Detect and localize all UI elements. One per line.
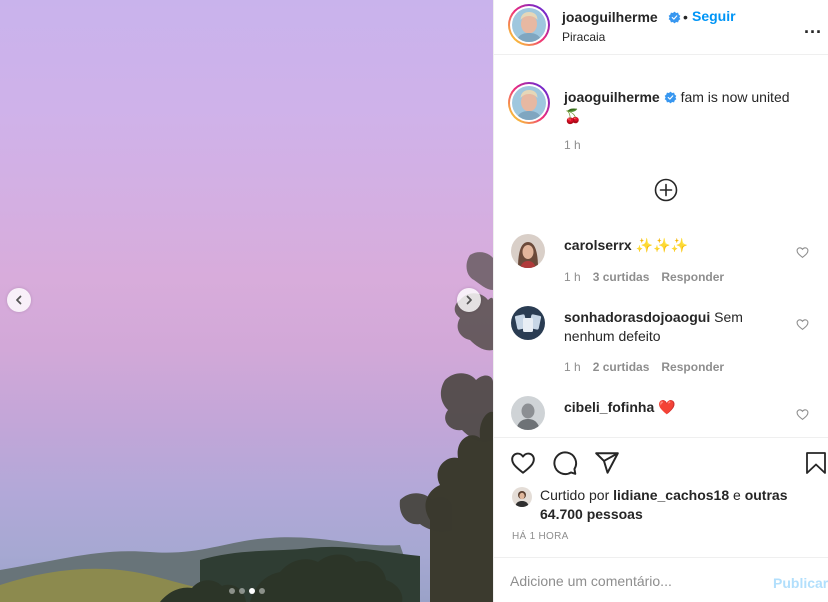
caption-timestamp[interactable]: 1 h bbox=[564, 138, 581, 152]
comment-username[interactable]: sonhadorasdojoaogui bbox=[564, 309, 710, 325]
load-more-comments-icon[interactable] bbox=[654, 178, 678, 202]
comment-text: carolserrx ✨✨✨ bbox=[564, 236, 794, 255]
comment-likes-count[interactable]: 3 curtidas bbox=[593, 270, 650, 284]
comment-body: ✨✨✨ bbox=[635, 237, 688, 253]
caption-avatar-ring[interactable] bbox=[508, 82, 550, 124]
author-avatar bbox=[512, 8, 546, 42]
caption-emoji: 🍒 bbox=[564, 108, 582, 124]
add-comment-bar: Publicar bbox=[494, 557, 828, 602]
like-comment-heart-icon[interactable] bbox=[796, 408, 809, 421]
post-side-panel: joaoguilherme • Seguir Piracaia ... joao… bbox=[493, 0, 828, 602]
carousel-indicator bbox=[0, 588, 493, 594]
caption-text: joaoguilherme fam is now united 🍒 bbox=[564, 88, 826, 126]
carousel-dot bbox=[238, 588, 245, 594]
comment-username[interactable]: cibeli_fofinha bbox=[564, 399, 654, 415]
comment-time[interactable]: 1 h bbox=[564, 360, 581, 374]
commenter-avatar[interactable] bbox=[511, 234, 545, 268]
carousel-dot bbox=[228, 588, 235, 594]
like-comment-heart-icon[interactable] bbox=[796, 318, 809, 331]
comment-meta: 1 h 2 curtidas Responder bbox=[564, 360, 724, 374]
author-avatar-ring[interactable] bbox=[508, 4, 550, 46]
comment-bubble-icon[interactable] bbox=[552, 450, 578, 476]
liked-by-connector: e bbox=[733, 487, 741, 503]
next-slide-button[interactable] bbox=[457, 288, 481, 312]
carousel-dot bbox=[258, 588, 265, 594]
comment-text: cibeli_fofinha ❤️ bbox=[564, 398, 794, 417]
header-separator: • bbox=[683, 9, 688, 25]
liker-avatar[interactable] bbox=[512, 487, 532, 507]
post-timestamp[interactable]: HÁ 1 HORA bbox=[512, 531, 569, 542]
more-options-button[interactable]: ... bbox=[804, 17, 822, 38]
comment-body: ❤️ bbox=[658, 399, 676, 415]
post-location[interactable]: Piracaia bbox=[562, 30, 605, 44]
comment-meta: 1 h 3 curtidas Responder bbox=[564, 270, 724, 284]
liker-username[interactable]: lidiane_cachos18 bbox=[613, 487, 729, 503]
reply-button[interactable]: Responder bbox=[661, 360, 724, 374]
post-actions: Curtido por lidiane_cachos18 e outras 64… bbox=[494, 437, 828, 557]
author-username[interactable]: joaoguilherme bbox=[562, 9, 658, 25]
comment-time[interactable]: 1 h bbox=[564, 270, 581, 284]
comment-username[interactable]: carolserrx bbox=[564, 237, 632, 253]
chevron-left-icon bbox=[16, 295, 22, 305]
caption-username[interactable]: joaoguilherme bbox=[564, 89, 660, 105]
liked-by-prefix: Curtido por bbox=[540, 487, 610, 503]
commenter-avatar[interactable] bbox=[511, 396, 545, 430]
previous-slide-button[interactable] bbox=[7, 288, 31, 312]
chevron-right-icon bbox=[466, 295, 472, 305]
follow-button[interactable]: Seguir bbox=[692, 8, 736, 24]
comments-list[interactable]: joaoguilherme fam is now united 🍒 1 h ca… bbox=[494, 56, 828, 436]
save-bookmark-icon[interactable] bbox=[804, 450, 828, 476]
like-heart-icon[interactable] bbox=[510, 450, 536, 476]
post-header: joaoguilherme • Seguir Piracaia ... bbox=[494, 0, 828, 55]
carousel-dot bbox=[248, 588, 255, 594]
likes-text: Curtido por lidiane_cachos18 e outras 64… bbox=[540, 486, 810, 524]
post-photo bbox=[0, 0, 493, 602]
commenter-avatar[interactable] bbox=[511, 306, 545, 340]
reply-button[interactable]: Responder bbox=[661, 270, 724, 284]
verified-badge-icon bbox=[664, 91, 677, 104]
comment-text: sonhadorasdojoaogui Sem nenhum defeito bbox=[564, 308, 794, 346]
publish-comment-button[interactable]: Publicar bbox=[773, 575, 828, 591]
sunset-landscape-image bbox=[0, 252, 493, 602]
caption-avatar bbox=[512, 86, 546, 120]
caption-body: fam is now united bbox=[680, 89, 790, 105]
verified-badge-icon bbox=[668, 11, 681, 24]
comment-input[interactable] bbox=[510, 566, 750, 596]
comment-likes-count[interactable]: 2 curtidas bbox=[593, 360, 650, 374]
share-paper-plane-icon[interactable] bbox=[594, 450, 620, 476]
like-comment-heart-icon[interactable] bbox=[796, 246, 809, 259]
